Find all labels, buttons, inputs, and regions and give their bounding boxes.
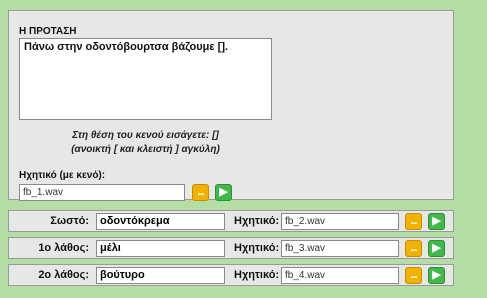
play-icon: ▶ — [219, 186, 228, 198]
audio-field[interactable]: fb_3.wav — [281, 240, 399, 257]
browse-button[interactable]: ... — [405, 240, 422, 257]
audio-label: Ηχητικό: — [234, 269, 280, 281]
row-label: Σωστό: — [50, 215, 89, 227]
play-button[interactable]: ▶ — [428, 240, 445, 257]
answer-row-wrong-1: 1ο λάθος: μέλι Ηχητικό: fb_3.wav ... ▶ — [8, 237, 454, 259]
hint-text-secondary: (ανοικτή [ και κλειστή ] αγκύλη) — [71, 144, 220, 155]
answer-input[interactable]: βούτυρο — [96, 267, 225, 284]
row-label: 1ο λάθος: — [38, 242, 89, 254]
answer-input[interactable]: οδοντόκρεμα — [96, 213, 225, 230]
answer-row-wrong-2: 2ο λάθος: βούτυρο Ηχητικό: fb_4.wav ... … — [8, 264, 454, 286]
play-button[interactable]: ▶ — [428, 213, 445, 230]
answer-row-correct: Σωστό: οδοντόκρεμα Ηχητικό: fb_2.wav ...… — [8, 210, 454, 232]
play-icon: ▶ — [432, 215, 441, 227]
play-button[interactable]: ▶ — [215, 184, 232, 201]
ellipsis-icon: ... — [197, 186, 204, 198]
play-icon: ▶ — [432, 269, 441, 281]
audio-label: Ηχητικό: — [234, 215, 280, 227]
browse-button[interactable]: ... — [192, 184, 209, 201]
ellipsis-icon: ... — [410, 215, 417, 227]
audio-field[interactable]: fb_2.wav — [281, 213, 399, 230]
audio-label: Ηχητικό (με κενό): — [19, 170, 106, 181]
sentence-audio-field[interactable]: fb_1.wav — [19, 184, 185, 201]
browse-button[interactable]: ... — [405, 267, 422, 284]
section-title: Η ΠΡΟΤΑΣΗ — [19, 26, 77, 37]
browse-button[interactable]: ... — [405, 213, 422, 230]
audio-label: Ηχητικό: — [234, 242, 280, 254]
sentence-textarea[interactable]: Πάνω στην οδοντόβουρτσα βάζουμε []. — [19, 38, 272, 120]
row-label: 2ο λάθος: — [38, 269, 89, 281]
play-icon: ▶ — [432, 242, 441, 254]
answer-input[interactable]: μέλι — [96, 240, 225, 257]
ellipsis-icon: ... — [410, 269, 417, 281]
audio-field[interactable]: fb_4.wav — [281, 267, 399, 284]
play-button[interactable]: ▶ — [428, 267, 445, 284]
sentence-panel: Η ΠΡΟΤΑΣΗ Πάνω στην οδοντόβουρτσα βάζουμ… — [8, 10, 454, 201]
hint-text: Στη θέση του κενού εισάγετε: [] — [72, 130, 219, 141]
ellipsis-icon: ... — [410, 242, 417, 254]
